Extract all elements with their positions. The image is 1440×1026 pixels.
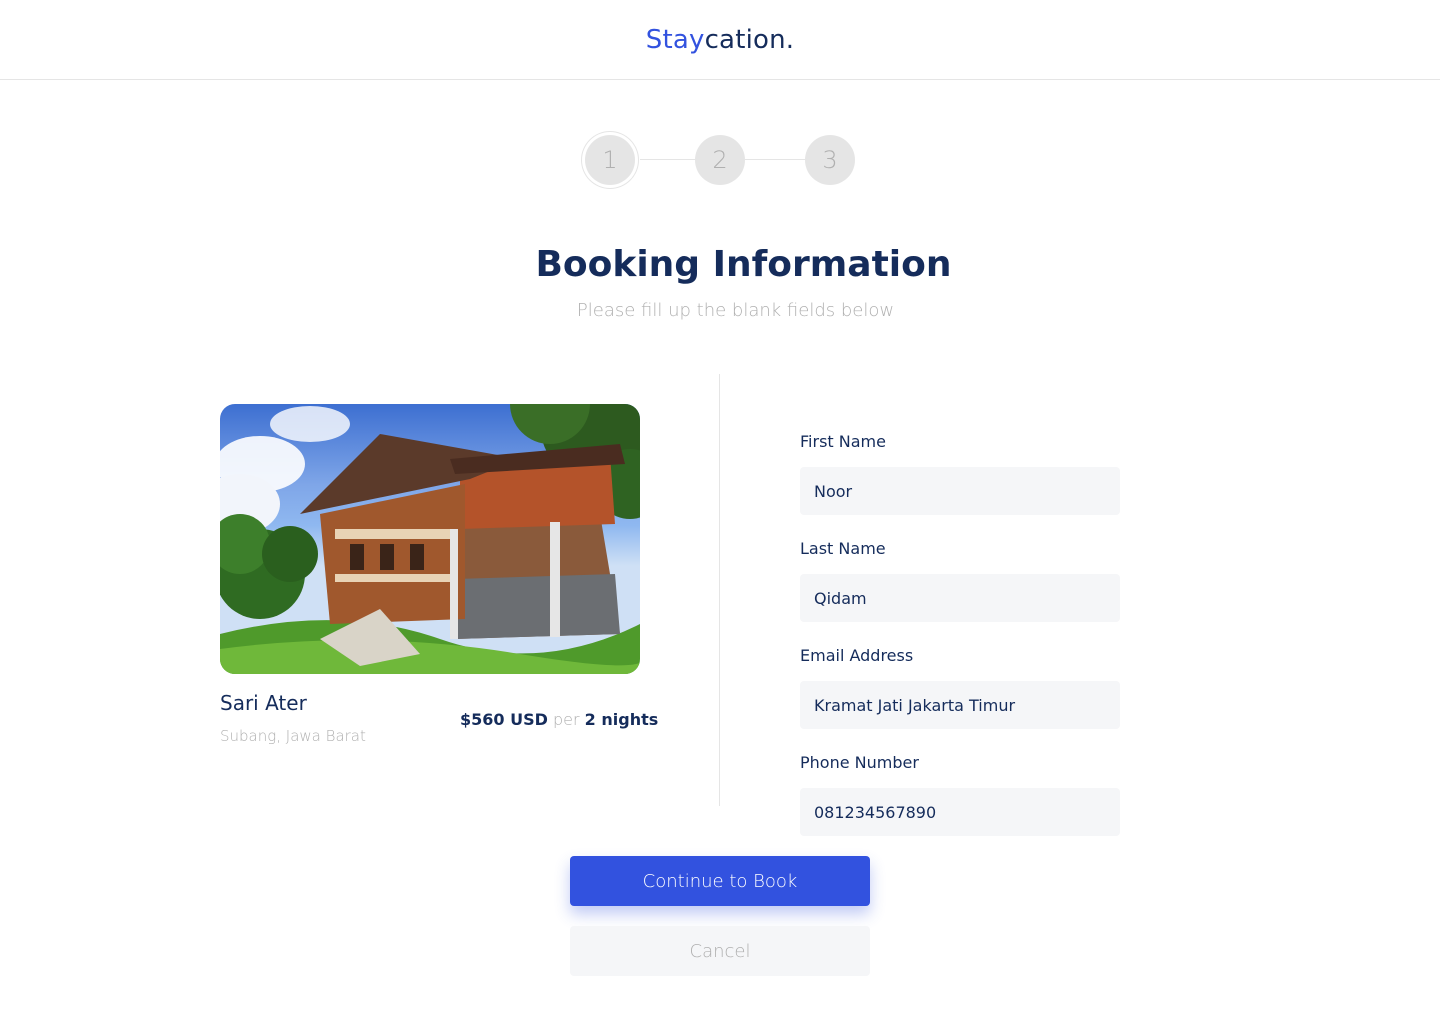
property-price: $560 USD per 2 nights bbox=[460, 710, 658, 729]
cancel-button[interactable]: Cancel bbox=[570, 926, 870, 976]
step-3-number: 3 bbox=[822, 146, 838, 174]
phone-label: Phone Number bbox=[800, 753, 919, 772]
step-3: 3 bbox=[805, 135, 855, 185]
phone-input[interactable] bbox=[800, 788, 1120, 836]
brand-logo-rest: cation. bbox=[704, 24, 795, 55]
property-location: Subang, Jawa Barat bbox=[220, 727, 366, 745]
stepper-connector bbox=[640, 159, 695, 160]
price-per: per bbox=[553, 710, 580, 729]
first-name-label: First Name bbox=[800, 432, 886, 451]
vertical-divider bbox=[719, 374, 720, 806]
step-1-number: 1 bbox=[602, 146, 618, 174]
booking-stepper: 1 2 3 bbox=[580, 130, 860, 190]
step-2: 2 bbox=[695, 135, 745, 185]
last-name-label: Last Name bbox=[800, 539, 886, 558]
brand-logo-accent: Stay bbox=[645, 24, 705, 55]
property-name: Sari Ater bbox=[220, 691, 307, 715]
house-photo-icon bbox=[220, 404, 640, 674]
price-amount: $560 USD bbox=[460, 710, 548, 729]
continue-to-book-button[interactable]: Continue to Book bbox=[570, 856, 870, 906]
property-photo bbox=[220, 404, 640, 674]
step-1: 1 bbox=[585, 135, 635, 185]
header: Staycation. bbox=[0, 0, 1440, 80]
email-label: Email Address bbox=[800, 646, 914, 665]
first-name-input[interactable] bbox=[800, 467, 1120, 515]
page-subtitle: Please fill up the blank fields below bbox=[576, 300, 895, 321]
page-title: Booking Information bbox=[535, 244, 952, 285]
last-name-input[interactable] bbox=[800, 574, 1120, 622]
email-input[interactable] bbox=[800, 681, 1120, 729]
stepper-connector bbox=[745, 159, 805, 160]
price-duration: 2 nights bbox=[584, 710, 659, 729]
step-2-number: 2 bbox=[712, 146, 728, 174]
brand-logo[interactable]: Staycation. bbox=[646, 25, 795, 55]
